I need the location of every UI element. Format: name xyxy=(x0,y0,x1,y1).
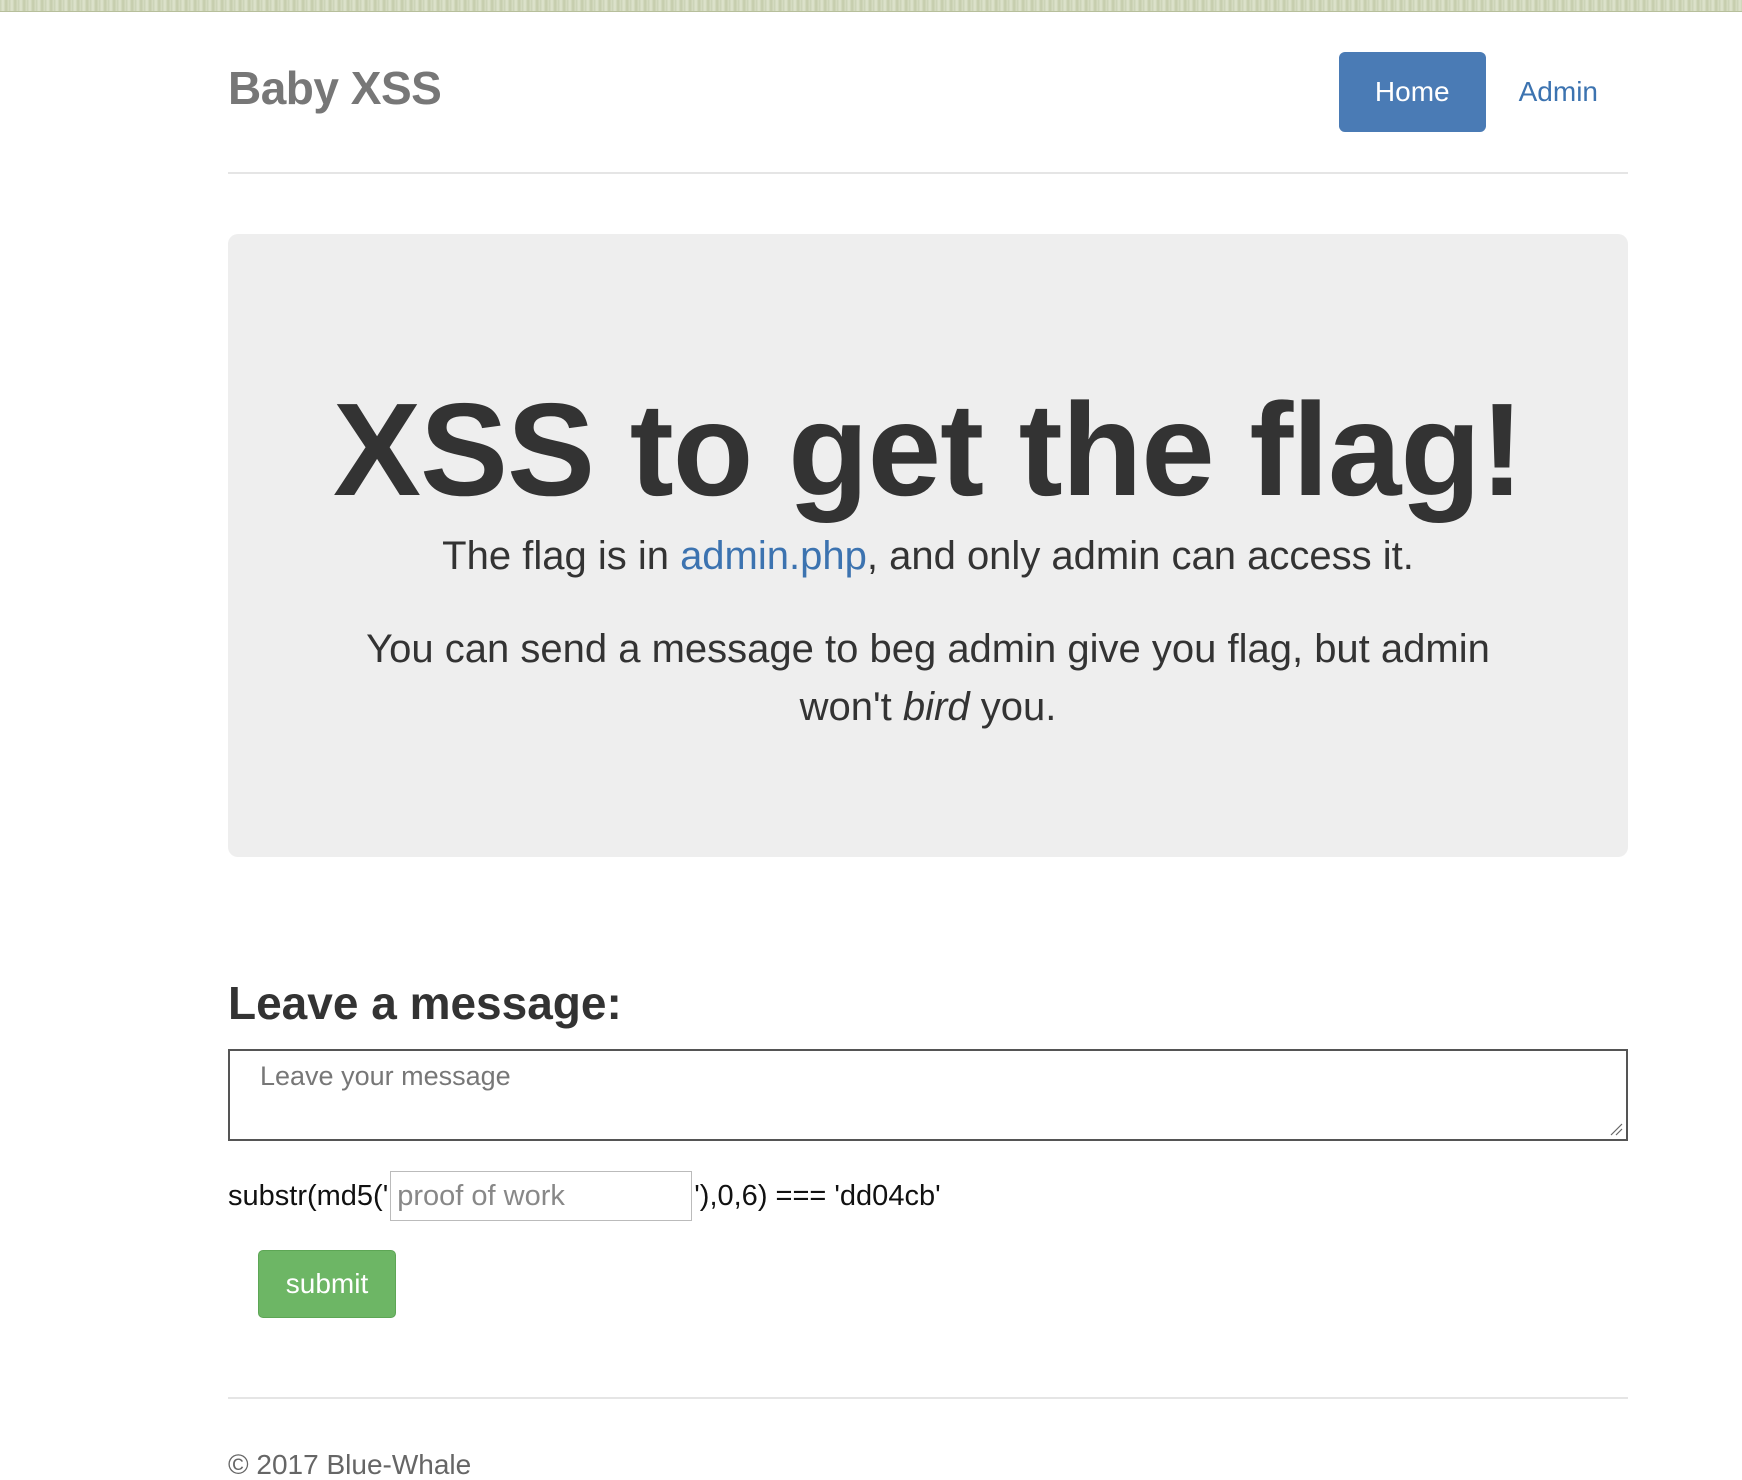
hint-emphasis: bird xyxy=(902,685,970,729)
admin-php-link[interactable]: admin.php xyxy=(680,534,867,578)
resize-handle-icon[interactable] xyxy=(1609,1122,1623,1136)
proof-of-work-input[interactable] xyxy=(390,1171,693,1221)
submit-button[interactable]: submit xyxy=(258,1250,396,1318)
nav-admin-link[interactable]: Admin xyxy=(1489,52,1628,132)
jumbotron: XSS to get the flag! The flag is in admi… xyxy=(228,234,1628,857)
proof-of-work-row: substr(md5(' '),0,6) === 'dd04cb' xyxy=(228,1171,941,1221)
message-textarea-wrapper xyxy=(228,1049,1628,1141)
jumbotron-flag-location: The flag is in admin.php, and only admin… xyxy=(228,532,1628,580)
page-container: Baby XSS Home Admin XSS to get the flag!… xyxy=(228,11,1628,1479)
pow-prefix-text: substr(md5(' xyxy=(228,1179,389,1212)
brand-title: Baby XSS xyxy=(228,62,442,114)
footer-divider xyxy=(228,1397,1628,1399)
leave-message-heading: Leave a message: xyxy=(228,977,622,1029)
message-textarea[interactable] xyxy=(230,1051,1626,1139)
jumbotron-heading: XSS to get the flag! xyxy=(332,376,1524,523)
jumbotron-message-hint: You can send a message to beg admin give… xyxy=(348,620,1508,736)
footer-copyright: © 2017 Blue-Whale xyxy=(228,1449,472,1480)
flag-location-suffix: , and only admin can access it. xyxy=(866,534,1414,578)
nav-home-link[interactable]: Home xyxy=(1338,52,1486,132)
header: Baby XSS Home Admin xyxy=(228,11,1628,174)
nav-pills: Home Admin xyxy=(1338,52,1628,132)
hint-suffix: you. xyxy=(969,685,1057,729)
flag-location-prefix: The flag is in xyxy=(442,534,681,578)
pow-suffix-text: '),0,6) === 'dd04cb' xyxy=(694,1179,941,1212)
